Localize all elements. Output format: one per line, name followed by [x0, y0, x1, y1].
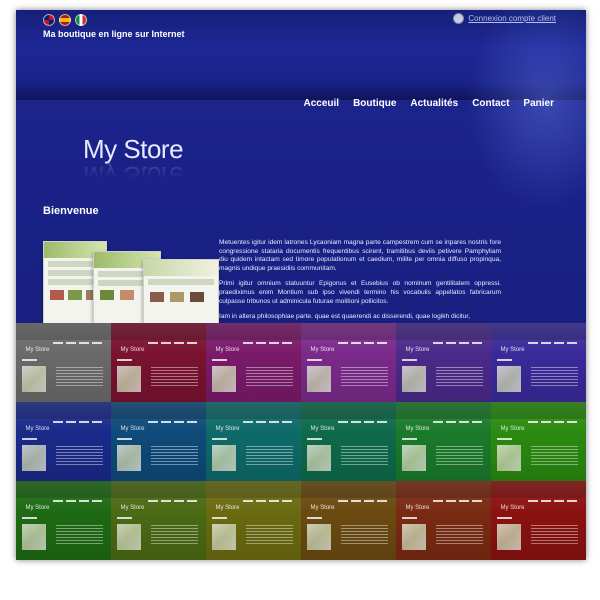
user-icon — [453, 13, 465, 24]
welcome-heading: Bienvenue — [43, 205, 99, 217]
theme-swatch[interactable]: My Store — [301, 481, 396, 560]
welcome-text: Metuentes igitur idem latrones Lycaoniam… — [219, 239, 501, 329]
theme-swatch[interactable]: My Store — [111, 323, 206, 402]
welcome-paragraph: Iam in altera philosophiae parte. quae e… — [219, 313, 471, 321]
header-glow — [466, 10, 586, 210]
account-login-link[interactable]: Connexion compte client — [468, 14, 556, 23]
theme-swatch[interactable]: My Store — [491, 402, 586, 481]
welcome-paragraph: Primi igitur omnium statuuntur Epigonus … — [219, 280, 501, 305]
theme-swatch[interactable]: My Store — [206, 323, 301, 402]
theme-swatch[interactable]: My Store — [16, 481, 111, 560]
store-preview-image — [43, 229, 223, 331]
theme-swatch[interactable]: My Store — [396, 481, 491, 560]
nav-item-home[interactable]: Acceuil — [303, 98, 339, 109]
account-login: Connexion compte client — [453, 13, 556, 24]
theme-swatch[interactable]: My Store — [206, 402, 301, 481]
main-nav: Acceuil Boutique Actualités Contact Pani… — [303, 98, 554, 109]
theme-swatch[interactable]: My Store — [111, 481, 206, 560]
theme-swatch[interactable]: My Store — [16, 323, 111, 402]
theme-swatch[interactable]: My Store — [111, 402, 206, 481]
nav-item-news[interactable]: Actualités — [410, 98, 458, 109]
theme-swatch[interactable]: My Store — [491, 323, 586, 402]
uk-flag-icon[interactable] — [43, 14, 55, 26]
spain-flag-icon[interactable] — [59, 14, 71, 26]
theme-color-swatches: My StoreMy StoreMy StoreMy StoreMy Store… — [16, 323, 586, 560]
site-tagline: Ma boutique en ligne sur Internet — [43, 29, 185, 39]
nav-item-cart[interactable]: Panier — [523, 98, 554, 109]
theme-swatch[interactable]: My Store — [491, 481, 586, 560]
preview-sheet — [143, 259, 219, 331]
italy-flag-icon[interactable] — [75, 14, 87, 26]
theme-swatch[interactable]: My Store — [301, 402, 396, 481]
store-logo-reflection: My Store — [83, 161, 184, 191]
theme-swatch[interactable]: My Store — [396, 402, 491, 481]
theme-swatch[interactable]: My Store — [396, 323, 491, 402]
theme-swatch[interactable]: My Store — [301, 323, 396, 402]
language-selector — [43, 14, 87, 26]
nav-item-shop[interactable]: Boutique — [353, 98, 396, 109]
welcome-paragraph: Metuentes igitur idem latrones Lycaoniam… — [219, 239, 501, 272]
theme-swatch[interactable]: My Store — [206, 481, 301, 560]
theme-swatch[interactable]: My Store — [16, 402, 111, 481]
nav-item-contact[interactable]: Contact — [472, 98, 509, 109]
